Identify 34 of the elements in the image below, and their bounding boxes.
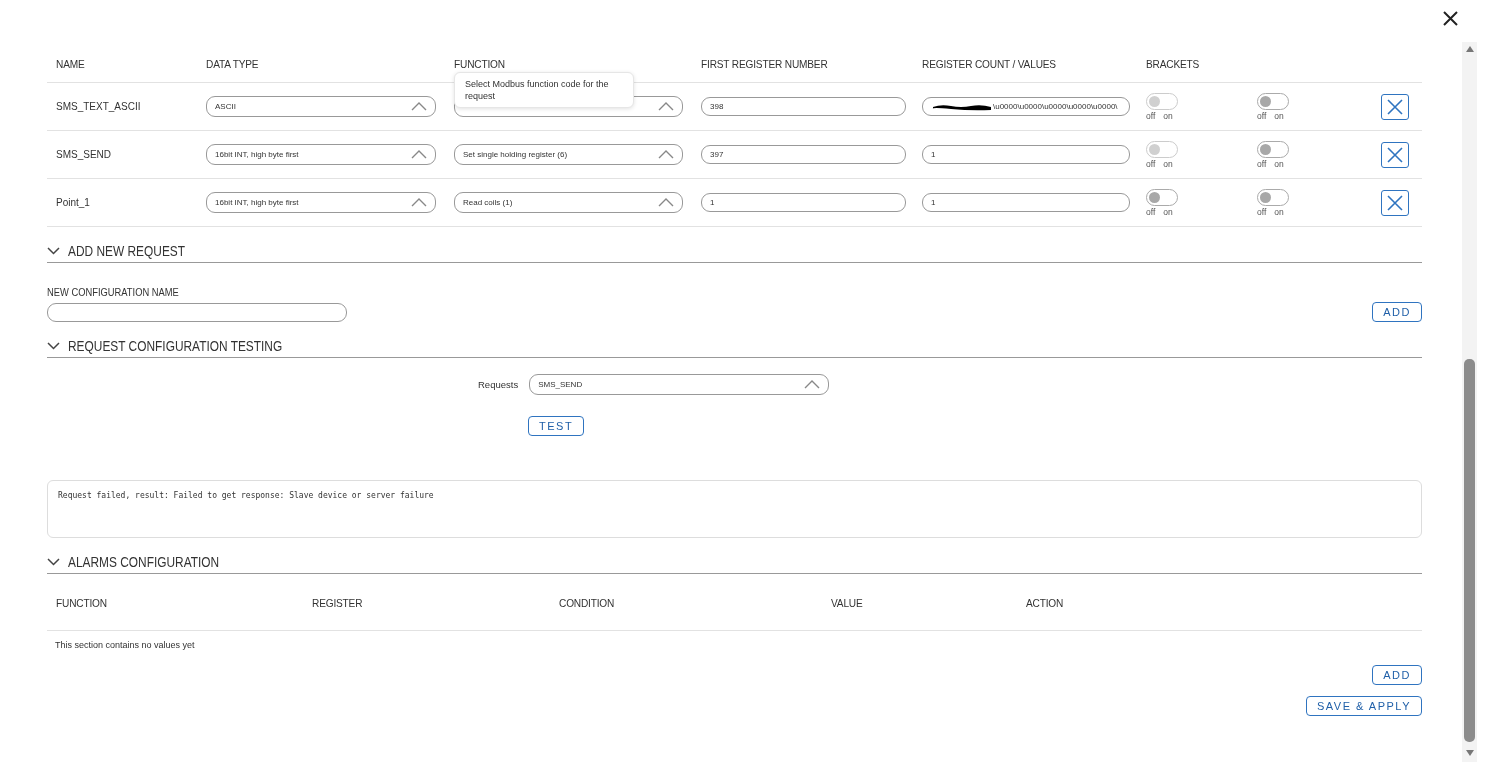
requests-label: Requests bbox=[478, 379, 519, 390]
section-title: ADD NEW REQUEST bbox=[68, 243, 186, 259]
on-label: on bbox=[1274, 158, 1284, 169]
section-title: REQUEST CONFIGURATION TESTING bbox=[68, 338, 283, 354]
column-header: FUNCTION bbox=[454, 58, 505, 70]
off-label: off bbox=[1257, 158, 1267, 169]
column-header: CONDITION bbox=[559, 597, 615, 609]
column-header: REGISTER COUNT / VALUES bbox=[922, 58, 1056, 70]
empty-message: This section contains no values yet bbox=[55, 640, 195, 650]
on-label: on bbox=[1274, 110, 1284, 121]
column-header: NAME bbox=[56, 58, 85, 70]
off-label: off bbox=[1257, 206, 1267, 217]
column-header: FUNCTION bbox=[56, 597, 107, 609]
column-header: ACTION bbox=[1026, 597, 1064, 609]
on-label: on bbox=[1274, 206, 1284, 217]
off-label: off bbox=[1146, 158, 1156, 169]
column-header: REGISTER bbox=[312, 597, 363, 609]
column-header: DATA TYPE bbox=[206, 58, 259, 70]
on-label: on bbox=[1163, 158, 1173, 169]
column-header: BRACKETS bbox=[1146, 58, 1200, 70]
request-name: Point_1 bbox=[56, 197, 91, 208]
off-label: off bbox=[1257, 110, 1267, 121]
field-label: NEW CONFIGURATION NAME bbox=[47, 286, 180, 298]
on-label: on bbox=[1163, 110, 1173, 121]
off-label: off bbox=[1146, 110, 1156, 121]
on-label: on bbox=[1163, 206, 1173, 217]
column-header: FIRST REGISTER NUMBER bbox=[701, 58, 828, 70]
section-title: ALARMS CONFIGURATION bbox=[68, 554, 220, 570]
tooltip: Select Modbus function code for the request bbox=[454, 72, 634, 108]
column-header: VALUE bbox=[831, 597, 863, 609]
output-text: Request failed, result: Failed to get response: Slave device or server failure bbox=[58, 491, 434, 500]
request-name: SMS_TEXT_ASCII bbox=[56, 101, 142, 112]
request-name: SMS_SEND bbox=[56, 149, 112, 160]
off-label: off bbox=[1146, 206, 1156, 217]
